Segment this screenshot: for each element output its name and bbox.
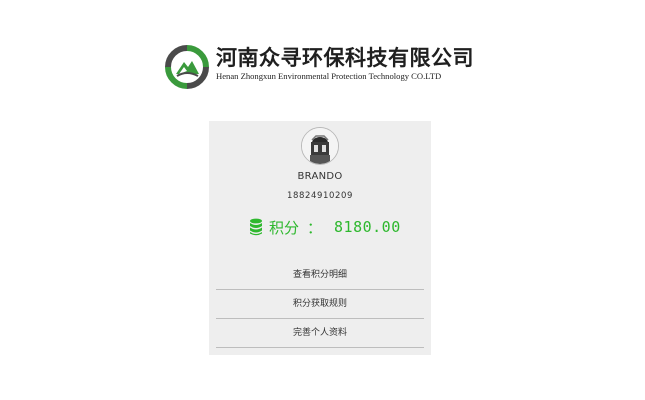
profile-card: BRANDO 18824910209 积分 ： 8180.00 查看积分明细 积… xyxy=(209,121,431,355)
points-colon: ： xyxy=(307,218,323,237)
user-phone: 18824910209 xyxy=(286,191,354,201)
menu-item-label: 积分获取规则 xyxy=(292,299,347,309)
profile-menu: 查看积分明细 积分获取规则 完善个人资料 xyxy=(216,261,424,348)
menu-item-points-details[interactable]: 查看积分明细 xyxy=(216,261,424,290)
leaf-ring-logo-icon xyxy=(165,45,209,89)
points-label: 积分 xyxy=(269,218,300,237)
points-summary: 积分 ： 8180.00 xyxy=(249,216,401,238)
user-name: BRANDO xyxy=(297,171,343,182)
menu-item-label: 查看积分明细 xyxy=(292,270,347,280)
avatar-image xyxy=(302,128,338,164)
coin-stack-icon xyxy=(250,218,262,236)
menu-item-complete-profile[interactable]: 完善个人资料 xyxy=(216,319,424,348)
company-name: 河南众寻环保科技有限公司 xyxy=(216,46,474,70)
company-name-english: Henan Zhongxun Environmental Protection … xyxy=(216,71,442,81)
menu-item-label: 完善个人资料 xyxy=(292,328,347,338)
menu-item-points-rules[interactable]: 积分获取规则 xyxy=(216,290,424,319)
user-avatar-icon[interactable] xyxy=(301,127,339,165)
points-value: 8180.00 xyxy=(334,218,401,236)
company-header: 河南众寻环保科技有限公司 Henan Zhongxun Environmenta… xyxy=(165,43,485,91)
